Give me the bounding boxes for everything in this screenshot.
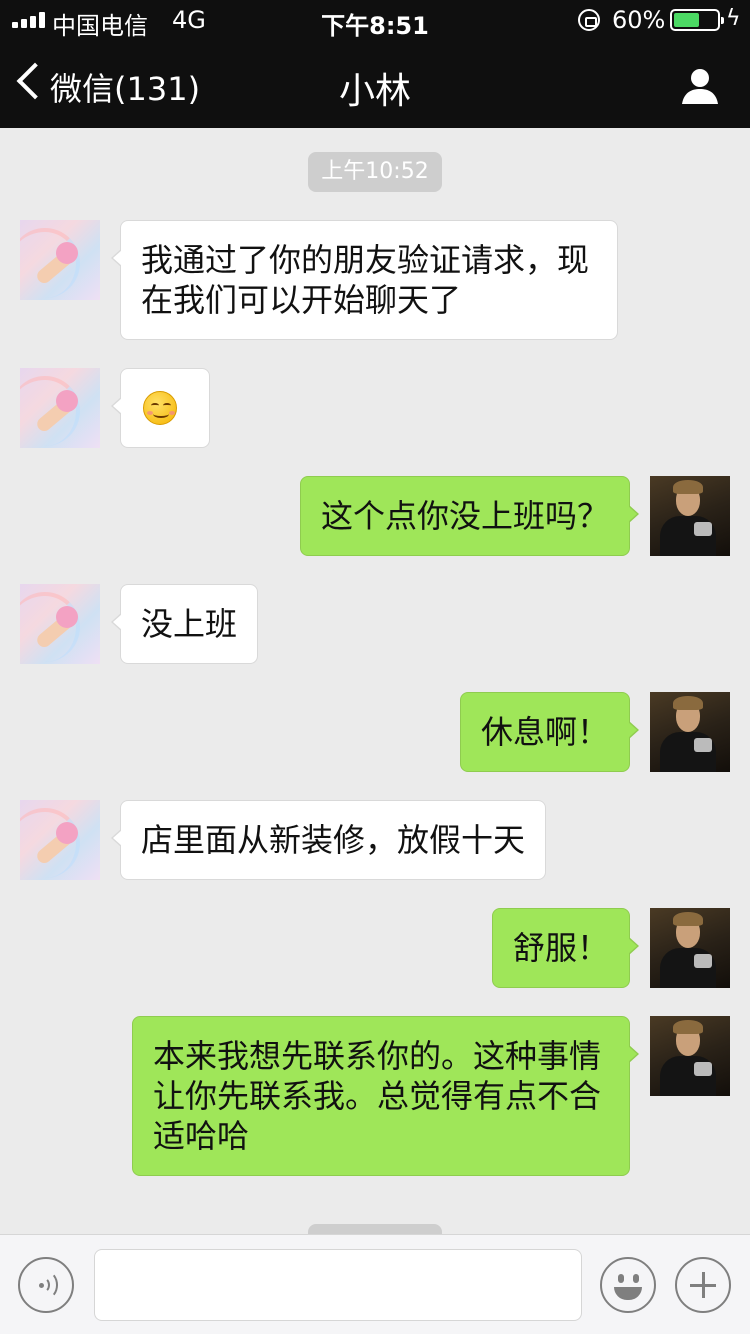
battery-level-fill [674, 13, 699, 27]
incoming-message[interactable]: 没上班 [110, 584, 259, 664]
outgoing-message[interactable]: 这个点你没上班吗？ [299, 476, 640, 556]
rotation-lock-icon [578, 9, 600, 31]
my-avatar[interactable] [650, 476, 730, 556]
contact-avatar[interactable] [20, 220, 100, 300]
chat-area[interactable]: 上午10:52 我通过了你的朋友验证请求，现在我们可以开始聊天了 这个点你没上班… [0, 128, 750, 1234]
emoji-icon[interactable] [600, 1257, 656, 1313]
outgoing-message[interactable]: 本来我想先联系你的。这种事情让你先联系我。总觉得有点不合适哈哈 [132, 1016, 639, 1176]
top-bar: 中国电信 4G 下午8:51 60% ϟ 微信(131) 小林 [0, 0, 750, 128]
person-icon[interactable] [680, 66, 720, 106]
plus-icon[interactable] [675, 1257, 731, 1313]
charging-icon: ϟ [726, 6, 741, 31]
contact-avatar[interactable] [20, 368, 100, 448]
contact-avatar[interactable] [20, 584, 100, 664]
chat-title: 小林 [338, 71, 411, 112]
contact-avatar[interactable] [20, 800, 100, 880]
smiling-face-icon [143, 391, 177, 425]
my-avatar[interactable] [650, 1016, 730, 1096]
status-bar: 中国电信 4G 下午8:51 60% ϟ [0, 0, 750, 40]
battery-icon [670, 9, 724, 31]
outgoing-message[interactable]: 舒服！ [491, 908, 640, 988]
voice-icon[interactable] [18, 1257, 74, 1313]
input-bar [0, 1234, 750, 1334]
next-timestamp-partial [308, 1224, 442, 1234]
incoming-message[interactable]: 店里面从新装修，放假十天 [110, 800, 547, 880]
navigation-bar: 微信(131) 小林 [0, 44, 750, 128]
message-input[interactable] [94, 1249, 582, 1321]
incoming-message[interactable] [111, 368, 210, 448]
battery-percentage: 60% [612, 6, 666, 34]
my-avatar[interactable] [650, 692, 730, 772]
incoming-message[interactable]: 我通过了你的朋友验证请求，现在我们可以开始聊天了 [111, 220, 618, 340]
my-avatar[interactable] [650, 908, 730, 988]
outgoing-message[interactable]: 休息啊！ [459, 692, 640, 772]
message-timestamp: 上午10:52 [308, 152, 442, 192]
